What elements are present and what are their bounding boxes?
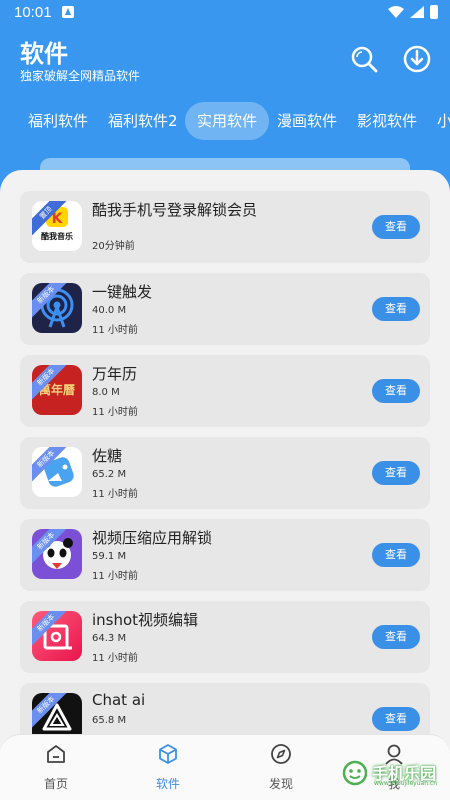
nav-software[interactable]: 软件: [138, 743, 198, 792]
view-button[interactable]: 查看: [372, 707, 420, 731]
app-name: 佐糖: [92, 447, 123, 465]
app-name: Chat ai: [92, 691, 146, 709]
app-updated: 11 小时前: [92, 653, 138, 664]
view-button[interactable]: 查看: [372, 625, 420, 649]
page-title: 软件: [20, 40, 68, 68]
tab-utility[interactable]: 实用软件: [185, 102, 270, 140]
broadcast-icon: 新版本: [32, 283, 82, 333]
nav-label: 首页: [43, 777, 68, 791]
app-size: 65.8 M: [92, 715, 127, 726]
list-item[interactable]: 新版本 一键触发 40.0 M 11 小时前 查看: [20, 273, 430, 345]
app-size: 65.2 M: [92, 469, 127, 480]
app-updated: 11 小时前: [92, 489, 138, 500]
list-item[interactable]: 新版本 视频压缩应用解锁 59.1 M 11 小时前 查看: [20, 519, 430, 591]
list-item[interactable]: 新版本 佐糖 65.2 M 11 小时前 查看: [20, 437, 430, 509]
app-name: 万年历: [92, 365, 138, 383]
app-name: 视频压缩应用解锁: [92, 529, 213, 547]
signal-icon: [410, 6, 424, 18]
view-button[interactable]: 查看: [372, 215, 420, 239]
page-subtitle: 独家破解全网精品软件: [20, 69, 141, 83]
calendar-icon: 萬年曆 新版本: [32, 365, 82, 415]
app-size: 59.1 M: [92, 551, 127, 562]
nav-label: 发现: [268, 777, 293, 791]
panda-video-icon: 新版本: [32, 529, 82, 579]
tab-video[interactable]: 影视软件: [357, 102, 417, 140]
wifi-icon: [388, 6, 404, 18]
notification-icon: [62, 6, 74, 18]
nav-discover[interactable]: 发现: [251, 743, 311, 792]
view-button[interactable]: 查看: [372, 379, 420, 403]
home-icon: [47, 745, 65, 763]
zuotang-icon: 新版本: [32, 447, 82, 497]
status-time: 10:01: [14, 4, 52, 21]
download-icon[interactable]: [402, 44, 432, 74]
app-updated: 20分钟前: [92, 241, 135, 252]
cube-icon: [159, 744, 177, 764]
category-tabs: 福利软件 福利软件2 实用软件 漫画软件 影视软件 小: [0, 102, 450, 140]
app-name: 一键触发: [92, 283, 153, 301]
tab-more[interactable]: 小: [437, 102, 450, 140]
status-indicators: [388, 5, 438, 19]
list-item[interactable]: 萬年曆 新版本 万年历 8.0 M 11 小时前 查看: [20, 355, 430, 427]
app-name: inshot视频编辑: [92, 611, 199, 629]
watermark-logo-icon: [342, 760, 368, 786]
app-name: 酷我手机号登录解锁会员: [92, 201, 258, 219]
app-icon-label: 酷我音乐: [41, 232, 73, 241]
app-updated: 11 小时前: [92, 571, 138, 582]
nav-label: 软件: [155, 777, 180, 791]
view-button[interactable]: 查看: [372, 461, 420, 485]
nav-home[interactable]: 首页: [26, 743, 86, 792]
view-button[interactable]: 查看: [372, 297, 420, 321]
app-updated: 11 小时前: [92, 325, 138, 336]
list-item[interactable]: 新版本 inshot视频编辑 64.3 M 11 小时前 查看: [20, 601, 430, 673]
app-updated: 11 小时前: [92, 407, 138, 418]
app-size: 40.0 M: [92, 305, 127, 316]
battery-icon: [430, 5, 438, 19]
list-item[interactable]: K 酷我音乐 置顶 酷我手机号登录解锁会员 20分钟前 查看: [20, 191, 430, 263]
view-button[interactable]: 查看: [372, 543, 420, 567]
tab-welfare-2[interactable]: 福利软件2: [108, 102, 178, 140]
watermark: 手机乐园 www.shoujileyuan.cn: [340, 756, 444, 792]
tab-comics[interactable]: 漫画软件: [277, 102, 337, 140]
status-bar: 10:01: [0, 0, 450, 26]
app-list: K 酷我音乐 置顶 酷我手机号登录解锁会员 20分钟前 查看 新版本 一键触发 …: [0, 170, 450, 800]
compass-icon: [271, 744, 291, 764]
inshot-icon: 新版本: [32, 611, 82, 661]
search-icon[interactable]: [349, 44, 379, 74]
watermark-url: www.shoujileyuan.cn: [374, 780, 438, 787]
app-size: 8.0 M: [92, 387, 120, 398]
tab-welfare[interactable]: 福利软件: [28, 102, 88, 140]
app-size: 64.3 M: [92, 633, 127, 644]
kuwo-music-icon: K 酷我音乐 置顶: [32, 201, 82, 251]
